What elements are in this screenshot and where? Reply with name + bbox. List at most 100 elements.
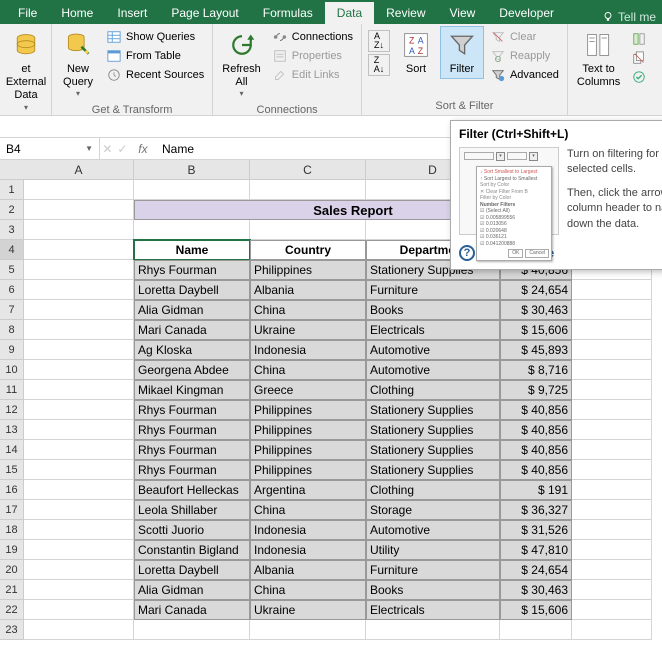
cell[interactable] [24, 180, 134, 200]
cell[interactable] [24, 420, 134, 440]
sort-button[interactable]: ZAAZ Sort [394, 26, 438, 79]
row-header[interactable]: 19 [0, 540, 23, 560]
get-external-data-button[interactable]: et External Data ▾ [4, 26, 48, 115]
cell[interactable]: $ 40,856 [500, 460, 572, 480]
row-header[interactable]: 6 [0, 280, 23, 300]
name-box[interactable]: B4 ▼ [0, 138, 100, 159]
cell[interactable]: China [250, 580, 366, 600]
cell[interactable] [572, 340, 652, 360]
cell[interactable]: Rhys Fourman [134, 400, 250, 420]
col-header-b[interactable]: B [134, 160, 250, 179]
cell[interactable]: $ 24,654 [500, 280, 572, 300]
row-header[interactable]: 4 [0, 240, 23, 260]
row-header[interactable]: 22 [0, 600, 23, 620]
cell[interactable]: $ 15,606 [500, 600, 572, 620]
recent-sources-button[interactable]: Recent Sources [102, 66, 208, 84]
cell[interactable] [134, 220, 250, 240]
row-header[interactable]: 12 [0, 400, 23, 420]
cell[interactable] [572, 460, 652, 480]
cell[interactable] [24, 360, 134, 380]
cell[interactable]: Loretta Daybell [134, 280, 250, 300]
cell[interactable] [572, 580, 652, 600]
cell[interactable]: Furniture [366, 560, 500, 580]
text-to-columns-button[interactable]: Text to Columns [572, 26, 625, 92]
cell[interactable]: Albania [250, 560, 366, 580]
cell[interactable]: $ 30,463 [500, 300, 572, 320]
reapply-button[interactable]: Reapply [486, 47, 563, 65]
cell[interactable]: Name [134, 240, 250, 260]
cell[interactable] [572, 560, 652, 580]
cell[interactable]: $ 15,606 [500, 320, 572, 340]
cell[interactable] [134, 180, 250, 200]
cell[interactable]: $ 40,856 [500, 420, 572, 440]
tab-data[interactable]: Data [325, 2, 374, 24]
cell[interactable] [250, 220, 366, 240]
row-header[interactable]: 10 [0, 360, 23, 380]
cell[interactable]: Automotive [366, 340, 500, 360]
row-header[interactable]: 17 [0, 500, 23, 520]
row-header[interactable]: 2 [0, 200, 23, 220]
cell[interactable] [572, 280, 652, 300]
cell[interactable]: Mari Canada [134, 320, 250, 340]
col-header-a[interactable]: A [24, 160, 134, 179]
cell[interactable]: Rhys Fourman [134, 420, 250, 440]
cell[interactable]: Indonesia [250, 340, 366, 360]
cell[interactable]: Alia Gidman [134, 580, 250, 600]
row-header[interactable]: 3 [0, 220, 23, 240]
fx-icon[interactable]: fx [132, 142, 153, 156]
cell[interactable]: Leola Shillaber [134, 500, 250, 520]
cell[interactable]: $ 191 [500, 480, 572, 500]
cell[interactable]: Philippines [250, 260, 366, 280]
cell[interactable] [24, 620, 134, 640]
cell[interactable] [572, 380, 652, 400]
cell[interactable]: Georgena Abdee [134, 360, 250, 380]
cell[interactable]: Clothing [366, 380, 500, 400]
cell[interactable] [24, 600, 134, 620]
cell[interactable]: Stationery Supplies [366, 440, 500, 460]
sort-az-button[interactable]: AZ↓ [368, 30, 390, 52]
cell[interactable] [572, 300, 652, 320]
cell[interactable] [24, 460, 134, 480]
cell[interactable]: $ 31,526 [500, 520, 572, 540]
row-header[interactable]: 9 [0, 340, 23, 360]
tab-review[interactable]: Review [374, 2, 437, 24]
cell[interactable]: Rhys Fourman [134, 460, 250, 480]
cell[interactable] [572, 440, 652, 460]
cell[interactable]: Clothing [366, 480, 500, 500]
cell[interactable] [24, 220, 134, 240]
cell[interactable]: China [250, 300, 366, 320]
cell[interactable]: Books [366, 580, 500, 600]
cell[interactable]: Stationery Supplies [366, 460, 500, 480]
row-header[interactable]: 15 [0, 460, 23, 480]
cell[interactable]: Ukraine [250, 600, 366, 620]
cell[interactable] [24, 260, 134, 280]
clear-button[interactable]: Clear [486, 28, 563, 46]
advanced-button[interactable]: Advanced [486, 66, 563, 84]
cell[interactable]: Philippines [250, 460, 366, 480]
cell[interactable] [24, 340, 134, 360]
tab-insert[interactable]: Insert [105, 2, 159, 24]
cell[interactable] [24, 320, 134, 340]
cell[interactable] [24, 300, 134, 320]
tab-formulas[interactable]: Formulas [251, 2, 325, 24]
cell[interactable]: Ukraine [250, 320, 366, 340]
row-header[interactable]: 14 [0, 440, 23, 460]
row-header[interactable]: 21 [0, 580, 23, 600]
row-header[interactable]: 23 [0, 620, 23, 640]
cell[interactable]: China [250, 360, 366, 380]
properties-button[interactable]: Properties [268, 47, 357, 65]
row-header[interactable]: 5 [0, 260, 23, 280]
cell[interactable]: $ 9,725 [500, 380, 572, 400]
cell[interactable] [572, 600, 652, 620]
show-queries-button[interactable]: Show Queries [102, 28, 208, 46]
cell[interactable]: Indonesia [250, 520, 366, 540]
cell[interactable]: Books [366, 300, 500, 320]
from-table-button[interactable]: From Table [102, 47, 208, 65]
cell[interactable]: Storage [366, 500, 500, 520]
cell[interactable]: Electricals [366, 600, 500, 620]
cell[interactable]: Mari Canada [134, 600, 250, 620]
cell[interactable]: Furniture [366, 280, 500, 300]
cell[interactable]: Philippines [250, 440, 366, 460]
refresh-all-button[interactable]: Refresh All ▾ [217, 26, 266, 102]
cell[interactable]: $ 30,463 [500, 580, 572, 600]
